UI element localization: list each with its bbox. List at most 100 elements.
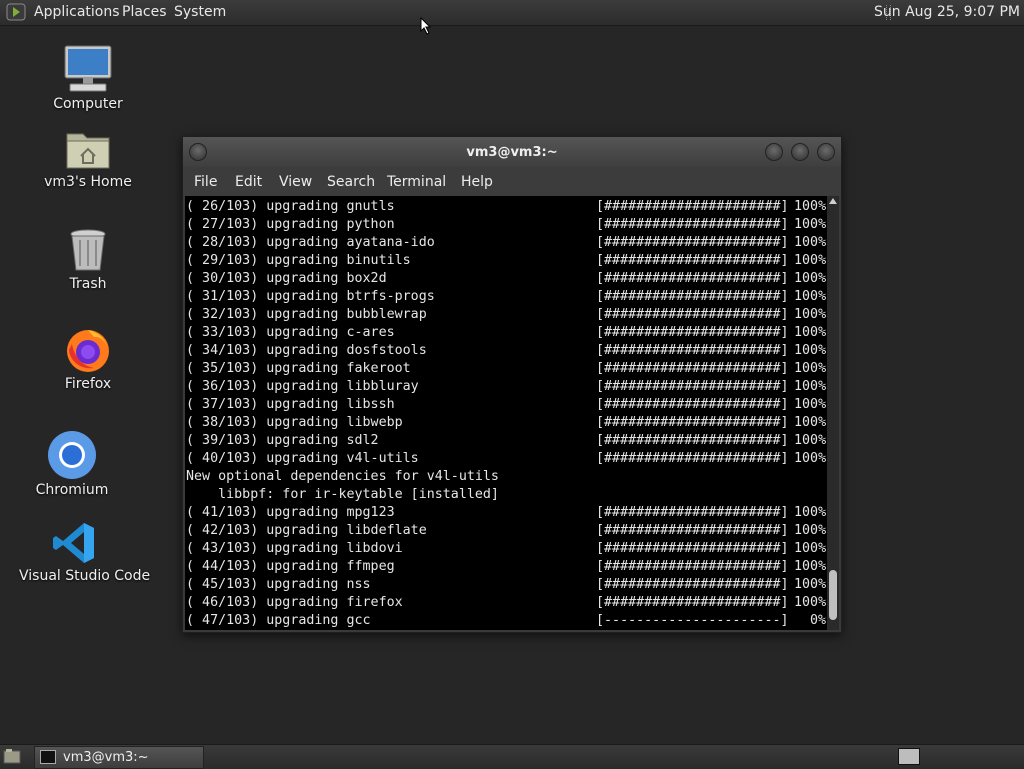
desktop-icon-computer[interactable]: Computer [33,44,143,112]
terminal-line-text: ( 28/103) upgrading ayatana-ido [186,235,435,250]
progress-percent: 100% [794,289,827,304]
terminal-line: ( 32/103) upgrading bubblewrap [#########… [186,306,826,324]
desktop-icon-firefox[interactable]: Firefox [33,326,143,392]
terminal-line: ( 38/103) upgrading libwebp [############… [186,414,826,432]
progress-bar-text: [######################] [596,415,789,430]
terminal-line-text: ( 36/103) upgrading libbluray [186,379,419,394]
terminal-line: ( 42/103) upgrading libdeflate [#########… [186,522,826,540]
progress-percent: 100% [794,199,827,214]
terminal-line: ( 45/103) upgrading nss [################… [186,576,826,594]
progress-bar-text: [######################] [596,451,789,466]
trash-icon [70,229,106,271]
progress-percent: 100% [794,397,827,412]
terminal-line-text: ( 30/103) upgrading box2d [186,271,387,286]
bottom-panel: vm3@vm3:~ [0,744,1024,769]
menu-help[interactable]: Help [461,174,493,190]
progress-percent: 100% [794,595,827,610]
terminal-line: ( 36/103) upgrading libbluray [##########… [186,378,826,396]
desktop-icon-label: Trash [69,276,107,292]
desktop-icon-trash[interactable]: Trash [33,228,143,292]
places-menu[interactable]: Places [122,4,167,20]
desktop-icon-label: Visual Studio Code [19,568,151,584]
progress-bar-text: [######################] [596,361,789,376]
desktop-icon-label: Computer [53,96,123,112]
progress-bar-text: [######################] [596,217,789,232]
close-button[interactable] [817,143,835,161]
terminal-line: ( 28/103) upgrading ayatana-ido [########… [186,234,826,252]
top-panel: Applications Places System Sun Aug 25, 9… [0,0,1024,26]
terminal-line-text: ( 26/103) upgrading gnutls [186,199,395,214]
terminal-line-text: ( 38/103) upgrading libwebp [186,415,403,430]
menu-terminal[interactable]: Terminal [387,174,446,190]
progress-bar-text: [######################] [596,307,789,322]
menu-view[interactable]: View [279,174,312,190]
terminal-line: ( 26/103) upgrading gnutls [#############… [186,198,826,216]
window-titlebar[interactable]: vm3@vm3:~ [183,137,841,167]
terminal-window[interactable]: vm3@vm3:~ File Edit View Search Terminal… [182,136,842,633]
desktop-icon-home[interactable]: vm3's Home [33,128,143,190]
progress-bar-text: [######################] [596,505,789,520]
terminal-line-text: ( 42/103) upgrading libdeflate [186,523,427,538]
progress-bar-text: [######################] [596,559,789,574]
scroll-up-arrow-icon[interactable] [829,198,837,204]
menu-file[interactable]: File [194,174,217,190]
terminal-line-text: ( 37/103) upgrading libssh [186,397,395,412]
terminal-line-text: ( 32/103) upgrading bubblewrap [186,307,427,322]
system-menu[interactable]: System [174,4,226,20]
workspace-switcher[interactable] [898,748,920,765]
clock[interactable]: Sun Aug 25, 9:07 PM [874,4,1020,20]
taskbar-window-label: vm3@vm3:~ [63,750,149,765]
chromium-icon [48,431,96,479]
maximize-button[interactable] [791,143,809,161]
terminal-output[interactable]: ( 26/103) upgrading gnutls [#############… [185,196,827,630]
terminal-line: ( 31/103) upgrading btrfs-progs [########… [186,288,826,306]
desktop-icon-vscode[interactable]: Visual Studio Code [19,520,151,584]
progress-bar-text: [######################] [596,397,789,412]
computer-icon [64,45,112,92]
terminal-line-text: ( 40/103) upgrading v4l-utils [186,451,419,466]
terminal-line-text: ( 35/103) upgrading fakeroot [186,361,411,376]
desktop-icon-label: Firefox [64,376,112,392]
minimize-button[interactable] [765,143,783,161]
terminal-line: libbpf: for ir-keytable [installed] [186,486,499,504]
terminal-line: ( 37/103) upgrading libssh [#############… [186,396,826,414]
terminal-line: ( 30/103) upgrading box2d [##############… [186,270,826,288]
progress-bar-text: [######################] [596,289,789,304]
terminal-line-text: New optional dependencies for v4l-utils [186,469,499,484]
menu-search[interactable]: Search [327,174,375,190]
show-desktop-icon[interactable] [3,748,21,764]
terminal-icon [40,750,56,764]
progress-percent: 100% [794,379,827,394]
progress-bar-text: [######################] [596,253,789,268]
progress-bar-text: [######################] [596,541,789,556]
terminal-line-text: ( 45/103) upgrading nss [186,577,371,592]
progress-bar-text: [######################] [596,199,789,214]
terminal-line-text: ( 44/103) upgrading ffmpeg [186,559,395,574]
progress-percent: 100% [794,559,827,574]
taskbar-window-terminal[interactable]: vm3@vm3:~ [34,746,204,769]
terminal-line: ( 44/103) upgrading ffmpeg [#############… [186,558,826,576]
main-menu-icon[interactable] [6,3,26,21]
menu-edit[interactable]: Edit [235,174,262,190]
desktop-icon-label: vm3's Home [44,174,132,190]
progress-bar-text: [######################] [596,379,789,394]
terminal-line: ( 43/103) upgrading libdovi [############… [186,540,826,558]
progress-bar-text: [######################] [596,271,789,286]
terminal-line: ( 33/103) upgrading c-ares [#############… [186,324,826,342]
progress-percent: 100% [794,235,827,250]
progress-percent: 100% [794,217,827,232]
applications-menu[interactable]: Applications [34,4,120,20]
scrollbar-thumb[interactable] [829,570,837,620]
terminal-line-text: ( 43/103) upgrading libdovi [186,541,403,556]
terminal-scrollbar[interactable] [827,196,839,630]
progress-percent: 100% [794,253,827,268]
progress-percent: 100% [794,451,827,466]
progress-percent: 100% [794,433,827,448]
terminal-line: New optional dependencies for v4l-utils [186,468,499,486]
progress-bar-text: [######################] [596,235,789,250]
terminal-menubar: File Edit View Search Terminal Help [183,167,841,196]
terminal-line-text: ( 39/103) upgrading sdl2 [186,433,379,448]
desktop-icon-chromium[interactable]: Chromium [17,430,127,498]
terminal-line-text: ( 27/103) upgrading python [186,217,395,232]
desktop-icon-label: Chromium [35,482,109,498]
